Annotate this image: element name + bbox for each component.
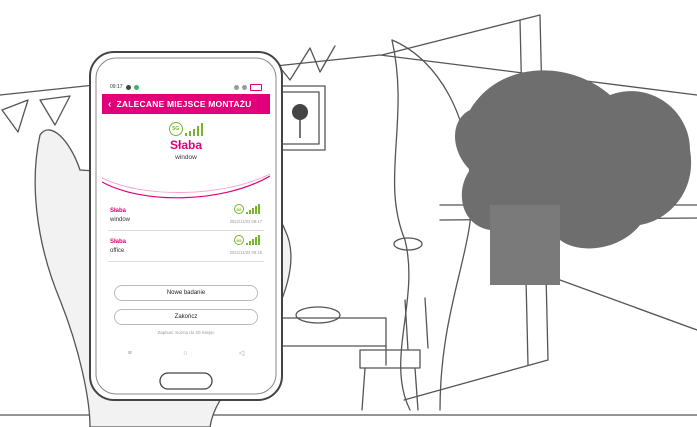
list-item[interactable]: Słaba office 5G 2021/11/03 09:15 <box>108 231 264 262</box>
back-triangle-icon[interactable]: ◁ <box>239 349 244 357</box>
network-badge-icon: 5G <box>234 235 244 245</box>
finish-button[interactable]: Zakończ <box>114 309 258 325</box>
app-icon <box>133 84 139 90</box>
chevron-left-icon[interactable]: ‹ <box>108 99 112 110</box>
list-item[interactable]: Słaba window 5G 2021/11/03 09:17 <box>108 200 264 231</box>
item-location: window <box>110 217 131 223</box>
item-quality: Słaba <box>110 208 127 214</box>
measurement-list: Słaba window 5G 2021/11/03 09:17 Słaba o… <box>102 200 270 262</box>
item-timestamp: 2021/11/03 09:15 <box>229 250 262 255</box>
signal-indicator: 5G <box>234 235 260 245</box>
battery-icon <box>250 83 262 91</box>
app-bar: ‹ ZALECANE MIEJSCE MONTAŻU <box>102 94 270 114</box>
notification-icon <box>125 84 131 90</box>
signal-quality: Słaba <box>169 138 202 152</box>
recommendation-card: 5G Słaba window <box>102 114 270 200</box>
network-badge-icon: 5G <box>168 122 183 136</box>
network-badge-icon: 5G <box>234 204 244 214</box>
system-nav-bar: ≡ ○ ◁ <box>102 344 270 362</box>
action-buttons: Nowe badanie Zakończ Zapisać można do 20… <box>102 285 270 335</box>
hint-text: Zapisać można do 20 miejsc <box>157 330 215 335</box>
signal-bars-icon <box>184 123 204 136</box>
wifi-icon <box>234 84 239 90</box>
item-quality: Słaba <box>110 239 127 245</box>
status-time: 09:17 <box>110 84 123 90</box>
page-title: ZALECANE MIEJSCE MONTAŻU <box>116 99 252 109</box>
signal-bars-icon <box>246 204 260 214</box>
phone-screen: 09:17 ‹ ZALECANE MIEJSCE MONTAŻU 5G Słab… <box>102 80 270 362</box>
item-location: office <box>110 248 125 254</box>
home-icon[interactable]: ○ <box>183 350 187 357</box>
signal-bars-icon <box>246 235 260 245</box>
signal-icon <box>242 84 247 90</box>
location-name: window <box>175 154 197 161</box>
signal-indicator: 5G <box>234 204 260 214</box>
status-bar: 09:17 <box>102 80 270 94</box>
new-test-button[interactable]: Nowe badanie <box>114 285 258 301</box>
item-timestamp: 2021/11/03 09:17 <box>229 219 262 224</box>
signal-indicator: 5G <box>168 122 204 136</box>
menu-icon[interactable]: ≡ <box>128 350 132 357</box>
